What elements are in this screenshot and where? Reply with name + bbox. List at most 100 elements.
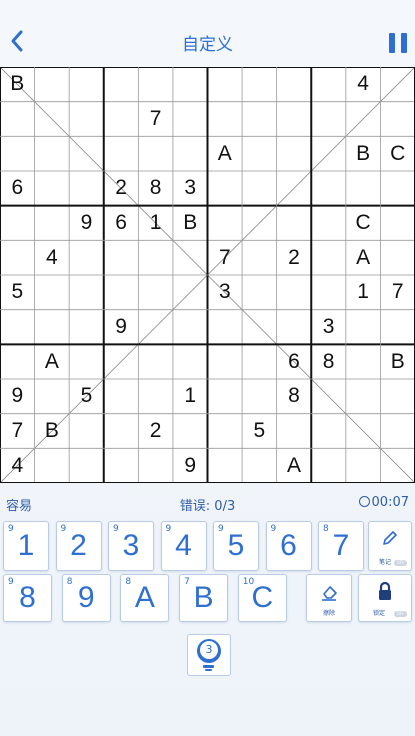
board-cell[interactable] [242, 102, 277, 137]
number-key[interactable]: 93 [108, 521, 154, 571]
board-cell[interactable] [380, 240, 415, 275]
board-cell[interactable] [380, 310, 415, 345]
board-cell[interactable]: C [380, 136, 415, 171]
board-cell[interactable] [173, 275, 208, 310]
board-cell[interactable]: 2 [138, 414, 173, 449]
board-cell[interactable] [380, 171, 415, 206]
board-cell[interactable] [311, 240, 346, 275]
board-cell[interactable] [380, 448, 415, 483]
board-cell[interactable]: A [208, 136, 243, 171]
notes-button[interactable]: 笔记 OFF [368, 521, 412, 571]
board-cell[interactable] [380, 67, 415, 102]
board-cell[interactable] [311, 67, 346, 102]
board-cell[interactable] [208, 414, 243, 449]
board-cell[interactable]: B [0, 67, 35, 102]
board-cell[interactable] [35, 448, 70, 483]
board-cell[interactable] [242, 171, 277, 206]
board-cell[interactable] [311, 136, 346, 171]
board-cell[interactable] [277, 414, 312, 449]
board-cell[interactable]: 7 [138, 102, 173, 137]
board-cell[interactable] [104, 344, 139, 379]
board-cell[interactable] [0, 206, 35, 241]
board-cell[interactable]: B [346, 136, 381, 171]
board-cell[interactable] [173, 136, 208, 171]
board-cell[interactable] [35, 171, 70, 206]
board-cell[interactable]: B [380, 344, 415, 379]
board-cell[interactable] [173, 344, 208, 379]
board-cell[interactable] [311, 206, 346, 241]
board-cell[interactable] [173, 414, 208, 449]
board-cell[interactable] [104, 414, 139, 449]
board-cell[interactable] [0, 344, 35, 379]
erase-button[interactable]: 擦除 [306, 574, 352, 622]
board-cell[interactable]: 8 [311, 344, 346, 379]
board-cell[interactable] [138, 240, 173, 275]
board-cell[interactable]: A [35, 344, 70, 379]
board-cell[interactable] [69, 136, 104, 171]
board-cell[interactable] [208, 344, 243, 379]
board-cell[interactable] [380, 379, 415, 414]
number-key[interactable]: 92 [55, 521, 102, 571]
board-cell[interactable] [277, 67, 312, 102]
board-cell[interactable] [346, 344, 381, 379]
board-cell[interactable] [69, 102, 104, 137]
board-cell[interactable]: 4 [0, 448, 35, 483]
board-cell[interactable] [138, 67, 173, 102]
board-cell[interactable]: 5 [0, 275, 35, 310]
board-cell[interactable] [242, 136, 277, 171]
number-key[interactable]: 94 [160, 521, 207, 571]
board-cell[interactable] [311, 171, 346, 206]
board-cell[interactable] [35, 275, 70, 310]
board-cell[interactable] [69, 344, 104, 379]
board-cell[interactable]: 7 [208, 240, 243, 275]
board-cell[interactable]: B [35, 414, 70, 449]
board-cell[interactable]: 1 [346, 275, 381, 310]
board-cell[interactable]: 1 [173, 379, 208, 414]
board-cell[interactable] [380, 102, 415, 137]
board-cell[interactable]: 3 [311, 310, 346, 345]
board-cell[interactable]: 8 [138, 171, 173, 206]
board-cell[interactable] [346, 379, 381, 414]
board-cell[interactable] [173, 102, 208, 137]
board-cell[interactable] [311, 448, 346, 483]
board-cell[interactable] [104, 379, 139, 414]
board-cell[interactable] [104, 240, 139, 275]
board-cell[interactable] [0, 240, 35, 275]
board-cell[interactable] [138, 379, 173, 414]
board-cell[interactable] [208, 102, 243, 137]
board-cell[interactable] [242, 206, 277, 241]
board-cell[interactable] [35, 136, 70, 171]
board-cell[interactable]: B [173, 206, 208, 241]
board-cell[interactable] [277, 102, 312, 137]
board-cell[interactable] [208, 171, 243, 206]
board-cell[interactable] [173, 310, 208, 345]
board-cell[interactable]: C [346, 206, 381, 241]
board-cell[interactable] [242, 310, 277, 345]
board-cell[interactable]: A [277, 448, 312, 483]
notes-toggle[interactable]: OFF [394, 560, 407, 566]
board-cell[interactable] [242, 448, 277, 483]
board-cell[interactable] [69, 67, 104, 102]
board-cell[interactable] [69, 275, 104, 310]
board-cell[interactable] [0, 136, 35, 171]
board-cell[interactable] [208, 67, 243, 102]
board-cell[interactable] [346, 102, 381, 137]
board-cell[interactable]: 7 [0, 414, 35, 449]
board-cell[interactable] [242, 344, 277, 379]
board-cell[interactable] [173, 67, 208, 102]
board-cell[interactable] [346, 171, 381, 206]
board-cell[interactable]: 9 [173, 448, 208, 483]
board-cell[interactable] [0, 102, 35, 137]
board-cell[interactable] [277, 171, 312, 206]
number-key[interactable]: 87 [318, 521, 364, 571]
board-cell[interactable] [69, 240, 104, 275]
number-key[interactable]: 98 [3, 574, 52, 622]
board-cell[interactable] [208, 448, 243, 483]
board-cell[interactable] [35, 206, 70, 241]
board-cell[interactable]: 6 [0, 171, 35, 206]
board-cell[interactable]: 3 [173, 171, 208, 206]
board-cell[interactable] [35, 102, 70, 137]
board-cell[interactable]: 9 [0, 379, 35, 414]
hint-button[interactable]: 3 [187, 634, 231, 676]
board-cell[interactable] [138, 344, 173, 379]
